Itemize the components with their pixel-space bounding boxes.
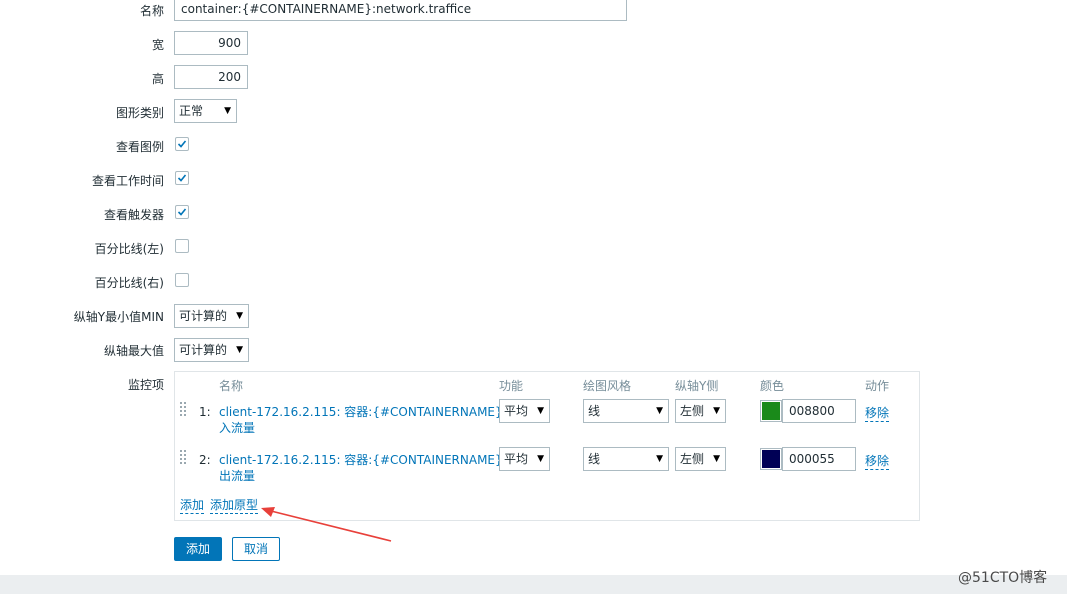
dropdown-arrow-icon: ▼: [236, 311, 243, 321]
item-name-link[interactable]: client-172.16.2.115: 容器:{#CONTAINERNAME}…: [219, 452, 515, 484]
add-button[interactable]: 添加: [174, 537, 222, 561]
item-y-side-value: 左侧: [680, 452, 705, 466]
percentile-left-checkbox[interactable]: [175, 239, 189, 253]
item-draw-style-select[interactable]: 线 ▼: [583, 447, 669, 471]
item-name-link[interactable]: client-172.16.2.115: 容器:{#CONTAINERNAME}…: [219, 404, 519, 436]
item-color-input[interactable]: 000055: [782, 447, 856, 471]
graph-type-label: 图形类别: [115, 106, 164, 120]
drag-handle-icon[interactable]: [179, 401, 187, 419]
item-name-line2: 出流量: [219, 469, 256, 483]
item-draw-style-select[interactable]: 线 ▼: [583, 399, 669, 423]
percentile-left-label: 百分比线(左): [94, 242, 164, 256]
item-draw-style-value: 线: [588, 404, 601, 418]
item-draw-style-value: 线: [588, 452, 601, 466]
y-min-value: 可计算的: [179, 309, 228, 323]
header-y-side: 纵轴Y侧: [675, 379, 719, 393]
width-label: 宽: [151, 38, 164, 52]
show-triggers-label: 查看触发器: [103, 208, 164, 222]
dropdown-arrow-icon: ▼: [656, 406, 663, 416]
show-legend-checkbox[interactable]: [175, 137, 189, 151]
name-label: 名称: [139, 4, 164, 18]
item-name-line1: client-172.16.2.115: 容器:{#CONTAINERNAME}…: [219, 453, 515, 467]
dropdown-arrow-icon: ▼: [656, 454, 663, 464]
y-max-value: 可计算的: [179, 343, 228, 357]
y-min-label: 纵轴Y最小值MIN: [73, 310, 164, 324]
header-name: 名称: [219, 379, 244, 393]
y-max-select[interactable]: 可计算的 ▼: [174, 338, 249, 362]
graph-type-select[interactable]: 正常 ▼: [174, 99, 237, 123]
item-function-select[interactable]: 平均 ▼: [499, 447, 550, 471]
drag-handle-icon[interactable]: [179, 449, 187, 467]
items-label: 监控项: [127, 378, 164, 392]
y-max-label: 纵轴最大值: [103, 344, 164, 358]
watermark: @51CTO博客: [958, 570, 1048, 586]
show-legend-label: 查看图例: [115, 140, 164, 154]
items-table: [174, 371, 920, 521]
add-prototype-link[interactable]: 添加原型: [210, 496, 259, 514]
dropdown-arrow-icon: ▼: [236, 345, 243, 355]
header-draw-style: 绘图风格: [583, 379, 632, 393]
item-index: 2:: [199, 453, 211, 467]
item-index: 1:: [199, 405, 211, 419]
item-color-swatch[interactable]: [760, 400, 782, 422]
percentile-right-checkbox[interactable]: [175, 273, 189, 287]
item-function-value: 平均: [504, 404, 529, 418]
item-y-side-select[interactable]: 左侧 ▼: [675, 399, 726, 423]
percentile-right-label: 百分比线(右): [94, 276, 164, 290]
show-work-period-label: 查看工作时间: [91, 174, 164, 188]
show-work-period-checkbox[interactable]: [175, 171, 189, 185]
cancel-button[interactable]: 取消: [232, 537, 280, 561]
height-input[interactable]: 200: [174, 65, 248, 89]
item-y-side-select[interactable]: 左侧 ▼: [675, 447, 726, 471]
item-function-value: 平均: [504, 452, 529, 466]
header-color: 颜色: [760, 379, 785, 393]
add-item-link[interactable]: 添加: [180, 496, 205, 514]
item-remove-link[interactable]: 移除: [865, 452, 890, 470]
item-name-line1: client-172.16.2.115: 容器:{#CONTAINERNAME}…: [219, 405, 519, 419]
item-remove-link[interactable]: 移除: [865, 404, 890, 422]
item-color-input[interactable]: 008800: [782, 399, 856, 423]
name-input[interactable]: container:{#CONTAINERNAME}:network.traff…: [174, 0, 627, 21]
header-action: 动作: [865, 379, 890, 393]
show-triggers-checkbox[interactable]: [175, 205, 189, 219]
header-function: 功能: [499, 379, 524, 393]
dropdown-arrow-icon: ▼: [537, 454, 544, 464]
y-min-select[interactable]: 可计算的 ▼: [174, 304, 249, 328]
width-input[interactable]: 900: [174, 31, 248, 55]
item-function-select[interactable]: 平均 ▼: [499, 399, 550, 423]
dropdown-arrow-icon: ▼: [713, 406, 720, 416]
graph-type-value: 正常: [179, 104, 204, 118]
item-y-side-value: 左侧: [680, 404, 705, 418]
dropdown-arrow-icon: ▼: [537, 406, 544, 416]
dropdown-arrow-icon: ▼: [713, 454, 720, 464]
dropdown-arrow-icon: ▼: [224, 106, 231, 116]
item-color-swatch[interactable]: [760, 448, 782, 470]
item-name-line2: 入流量: [219, 421, 256, 435]
height-label: 高: [151, 72, 164, 86]
footer-bar: [0, 575, 1067, 594]
